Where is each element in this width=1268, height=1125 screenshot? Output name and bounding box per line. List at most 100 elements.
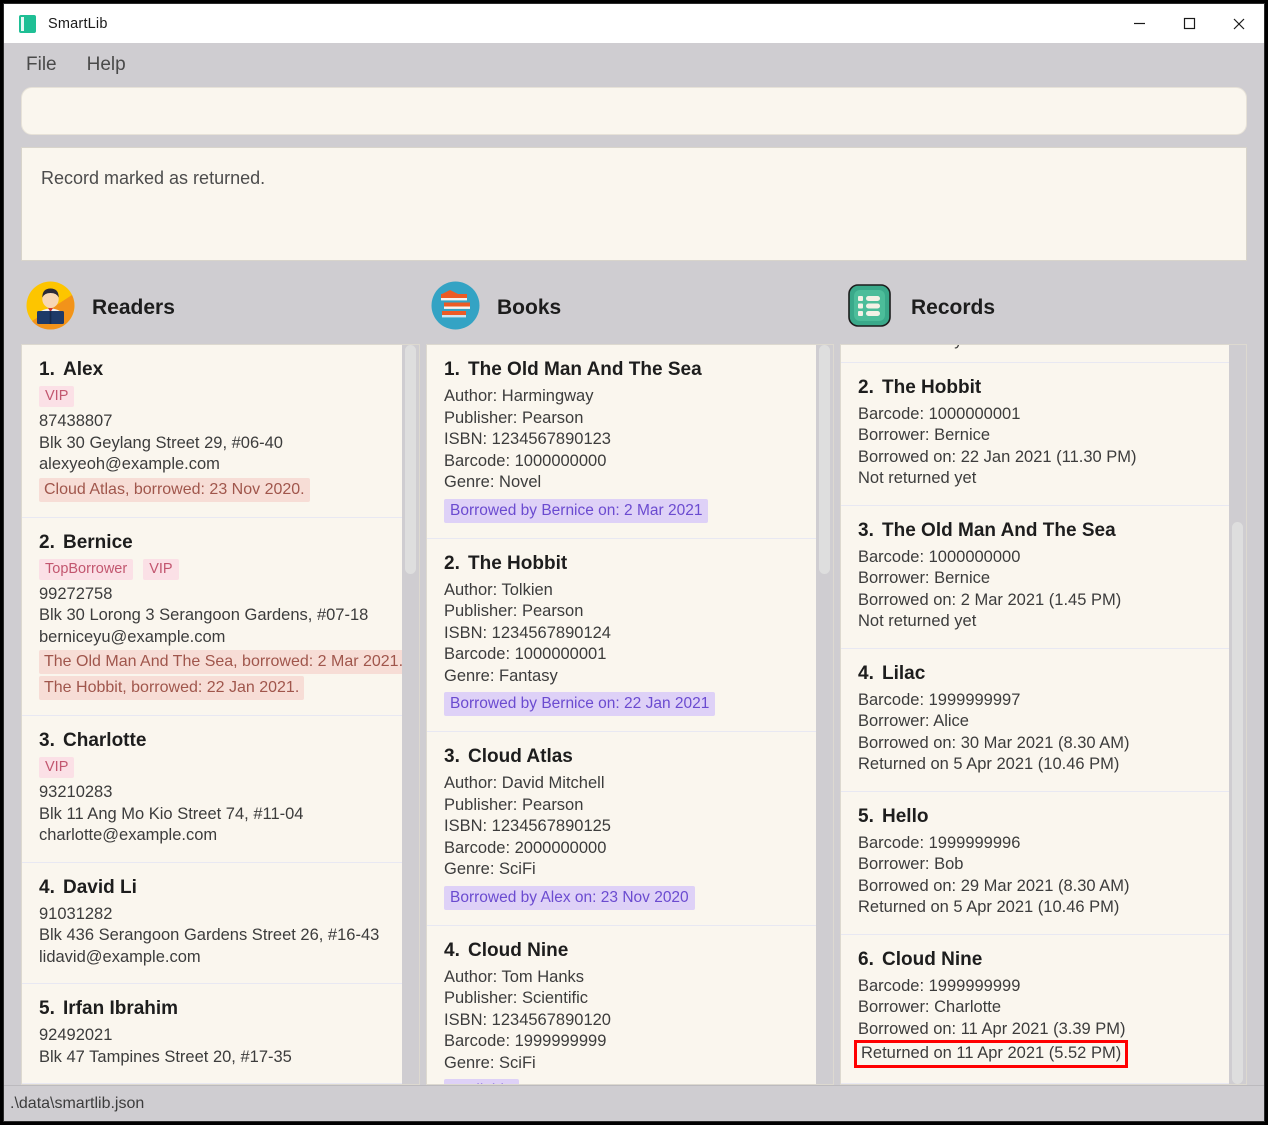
book-publisher: Publisher: Scientific xyxy=(444,989,588,1007)
readers-list[interactable]: 1. Alex VIP 87438807 Blk 30 Geylang Street 2… xyxy=(22,345,402,1084)
reader-tag-row: VIP xyxy=(39,386,385,407)
book-genre: Genre: SciFi xyxy=(444,860,536,878)
reader-phone: 93210283 xyxy=(39,783,113,801)
record-borrowed-on: Borrowed on: 2 Mar 2021 (1.45 PM) xyxy=(858,590,1122,609)
record-returned-row: Returned on 11 Apr 2021 (5.52 PM) xyxy=(854,1040,1212,1068)
books-scrollbar-thumb[interactable] xyxy=(819,345,830,575)
book-status-row: Available xyxy=(444,1074,799,1084)
record-borrower: Borrower: Bernice xyxy=(858,569,991,587)
book-card[interactable]: 4. Cloud Nine Author: Tom Hanks Publisher: … xyxy=(427,926,816,1084)
maximize-button[interactable] xyxy=(1164,4,1214,43)
book-status-row: Borrowed by Bernice on: 22 Jan 2021 xyxy=(444,687,799,716)
result-display: Record marked as returned. xyxy=(21,147,1247,261)
reader-tag-row: VIP xyxy=(39,757,385,778)
reader-index: 1. xyxy=(39,359,55,380)
result-display-container: Record marked as returned. xyxy=(4,137,1264,261)
records-list[interactable]: Not returned yet 2.The Hobbit Barcode: 100… xyxy=(841,345,1229,1084)
book-title: 4. Cloud Nine xyxy=(444,939,569,961)
book-isbn: ISBN: 1234567890125 xyxy=(444,817,611,835)
record-index: 6. xyxy=(858,948,874,970)
record-borrower: Borrower: Charlotte xyxy=(858,998,1002,1016)
reader-address: Blk 30 Lorong 3 Serangoon Gardens, #07-1… xyxy=(39,606,369,624)
record-returned: Returned on 5 Apr 2021 (10.46 PM) xyxy=(858,755,1120,773)
title-bar: SmartLib xyxy=(4,4,1264,43)
book-isbn: ISBN: 1234567890120 xyxy=(444,1010,611,1029)
record-card[interactable]: 5. Hello Barcode: 1999999996 Borrower: Bob B… xyxy=(841,792,1229,935)
reader-tag-row: TopBorrower VIP xyxy=(39,558,385,580)
records-scrollbar[interactable] xyxy=(1229,345,1246,1084)
reader-index: 2. xyxy=(39,531,55,553)
reader-name: 3. Charlotte xyxy=(39,730,147,751)
record-title: 3. The Old Man And The Sea xyxy=(858,519,1116,541)
record-index: 2. xyxy=(858,376,874,398)
books-panel-body: 1. The Old Man And The Sea Author: Harming… xyxy=(426,344,834,1085)
reader-card[interactable]: 1. Alex VIP 87438807 Blk 30 Geylang Street 2… xyxy=(22,345,402,518)
reader-index: 3. xyxy=(39,730,55,751)
reader-tag: VIP xyxy=(143,558,179,580)
reader-name: 5. Irfan Ibrahim xyxy=(39,998,179,1019)
record-returned: Not returned yet xyxy=(858,345,1212,352)
record-borrower: Borrower: Bob xyxy=(858,855,964,873)
book-isbn: ISBN: 1234567890123 xyxy=(444,430,611,448)
reader-avatar-icon xyxy=(26,281,75,335)
reader-email: charlotte@example.com xyxy=(39,826,218,844)
reader-index: 4. xyxy=(39,876,55,898)
minimize-button[interactable] xyxy=(1114,4,1164,43)
book-card[interactable]: 1. The Old Man And The Sea Author: Harming… xyxy=(427,345,816,539)
close-button[interactable] xyxy=(1214,4,1264,43)
reader-loan: The Hobbit, borrowed: 22 Jan 2021. xyxy=(39,676,305,700)
book-card[interactable]: 3. Cloud Atlas Author: David Mitchell Publi… xyxy=(427,732,816,926)
record-borrowed-on: Borrowed on: 11 Apr 2021 (3.39 PM) xyxy=(858,1019,1126,1038)
status-bar: .\data\smartlib.json xyxy=(4,1085,1264,1121)
record-card[interactable]: 3. The Old Man And The Sea Barcode: 100000… xyxy=(841,506,1229,649)
record-card-partial[interactable]: Not returned yet xyxy=(841,345,1229,363)
status-bar-path: .\data\smartlib.json xyxy=(10,1094,145,1112)
app-window: SmartLib File Help Record marked as retu… xyxy=(3,3,1265,1122)
record-title: 6. Cloud Nine xyxy=(858,948,983,970)
book-card[interactable]: 2. The Hobbit Author: Tolkien Publisher: Pe… xyxy=(427,539,816,732)
record-borrower: Borrower: Alice xyxy=(858,712,969,730)
record-returned: Returned on 5 Apr 2021 (10.46 PM) xyxy=(858,898,1120,916)
app-logo-icon xyxy=(19,14,36,33)
book-author: Author: David Mitchell xyxy=(444,774,605,792)
reader-card[interactable]: 2. Bernice TopBorrower VIP 99272758 Blk 30 Lo… xyxy=(22,518,402,716)
readers-scrollbar[interactable] xyxy=(402,345,419,1084)
reader-address: Blk 47 Tampines Street 20, #17-35 xyxy=(39,1047,292,1066)
book-author: Author: Tolkien xyxy=(444,580,553,599)
menu-item-file[interactable]: File xyxy=(26,54,57,76)
reader-card[interactable]: 3. Charlotte VIP 93210283 Blk 11 Ang Mo Kio … xyxy=(22,716,402,863)
records-list-icon xyxy=(845,281,894,335)
books-list[interactable]: 1. The Old Man And The Sea Author: Harming… xyxy=(427,345,816,1084)
readers-panel-header: Readers xyxy=(21,271,420,344)
record-index: 4. xyxy=(858,662,874,684)
menu-item-help[interactable]: Help xyxy=(87,54,126,76)
command-input[interactable] xyxy=(21,87,1247,135)
readers-panel-title: Readers xyxy=(92,295,175,319)
book-genre: Genre: SciFi xyxy=(444,1053,536,1072)
book-status-badge: Borrowed by Bernice on: 22 Jan 2021 xyxy=(444,692,716,716)
records-panel-title: Records xyxy=(911,295,996,319)
book-status-badge: Available xyxy=(444,1079,519,1084)
books-scrollbar[interactable] xyxy=(816,345,833,1084)
records-scrollbar-thumb[interactable] xyxy=(1232,522,1243,1084)
readers-scrollbar-thumb[interactable] xyxy=(405,345,416,575)
reader-phone: 99272758 xyxy=(39,584,113,603)
book-stack-icon xyxy=(431,281,480,335)
record-card[interactable]: 4. Lilac Barcode: 1999999997 Borrower: Alic… xyxy=(841,649,1229,792)
book-author: Author: Harmingway xyxy=(444,387,594,405)
reader-card[interactable]: 5. Irfan Ibrahim 92492021 Blk 47 Tampines S… xyxy=(22,984,402,1084)
record-card[interactable]: 2. The Hobbit Barcode: 1000000001 Borrower:… xyxy=(841,363,1229,506)
book-status-row: Borrowed by Bernice on: 2 Mar 2021 xyxy=(444,494,799,523)
record-barcode: Barcode: 1999999999 xyxy=(858,976,1021,995)
book-index: 3. xyxy=(444,746,460,767)
record-barcode: Barcode: 1999999997 xyxy=(858,690,1021,709)
book-title: 2. The Hobbit xyxy=(444,552,568,574)
records-panel-header: Records xyxy=(840,271,1247,344)
book-author: Author: Tom Hanks xyxy=(444,967,585,986)
book-status-row: Borrowed by Alex on: 23 Nov 2020 xyxy=(444,881,799,910)
reader-card[interactable]: 4. David Li 91031282 Blk 436 Serangoon Gard… xyxy=(22,863,402,984)
record-card[interactable]: 6. Cloud Nine Barcode: 1999999999 Borrower:… xyxy=(841,935,1229,1084)
record-returned-highlight: Returned on 11 Apr 2021 (5.52 PM) xyxy=(854,1040,1129,1068)
reader-loan-row: The Hobbit, borrowed: 22 Jan 2021. xyxy=(39,674,385,700)
book-isbn: ISBN: 1234567890124 xyxy=(444,623,611,642)
